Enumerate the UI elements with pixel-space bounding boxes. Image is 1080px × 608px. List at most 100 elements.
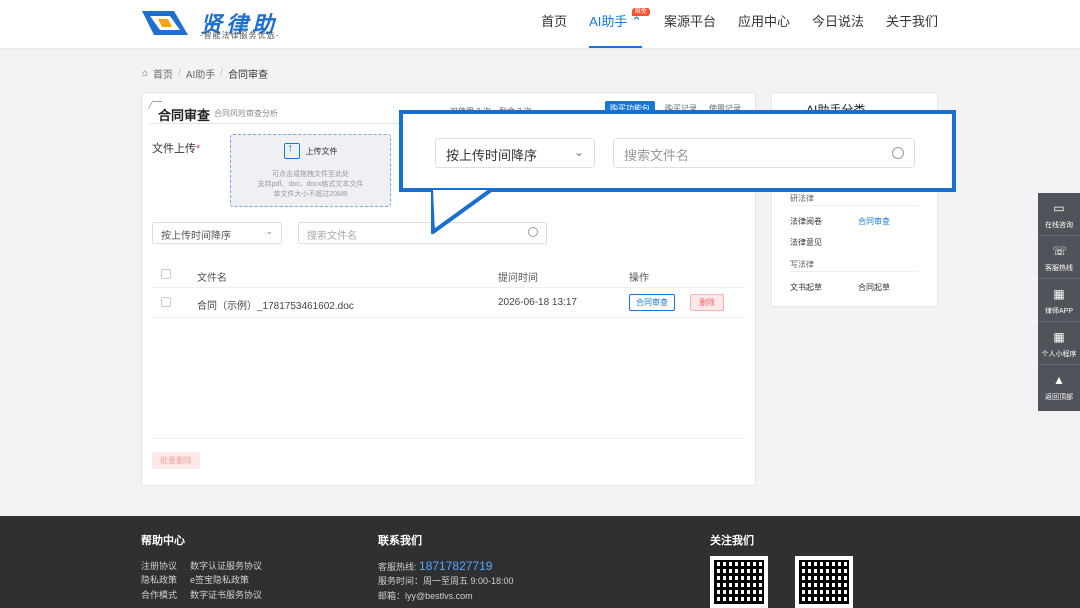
page-title: 合同审查 bbox=[158, 108, 211, 123]
search-placeholder: 搜索文件名 bbox=[307, 231, 357, 242]
callout-search-input[interactable]: 搜索文件名 bbox=[613, 138, 915, 168]
group-divider bbox=[790, 271, 918, 272]
site-footer: 帮助中心 注册协议 数字认证服务协议 隐私政策 e签宝隐私政策 合作模式 数字证… bbox=[0, 516, 1080, 608]
help-center-title: 帮助中心 bbox=[141, 535, 185, 547]
upload-hint: 可点击或拖拽文件至此处 支持pdf、doc、docx格式文本文件 单文件大小不超… bbox=[231, 170, 390, 200]
link-legal-review[interactable]: 法律阅卷 bbox=[790, 216, 822, 227]
logo-subtitle: -智能法律服务优选- bbox=[200, 31, 280, 40]
nav-case-platform[interactable]: 案源平台 bbox=[664, 0, 716, 48]
home-icon: ⌂ bbox=[142, 68, 149, 79]
logo-mark-icon bbox=[142, 11, 188, 35]
group-label-write: 写法律 bbox=[790, 260, 814, 269]
qr-code-icon bbox=[795, 556, 853, 608]
search-icon[interactable] bbox=[528, 227, 538, 237]
float-label: 个人小程序 bbox=[1041, 351, 1077, 358]
hotline-number[interactable]: 18717827719 bbox=[419, 559, 492, 573]
callout-sort-value: 按上传时间降序 bbox=[446, 148, 538, 163]
logo[interactable]: 贤律助 -智能法律服务优选- bbox=[140, 5, 310, 43]
phone-icon: ☏ bbox=[1052, 244, 1068, 258]
breadcrumb-current: 合同审查 bbox=[228, 70, 269, 81]
nav-about-us[interactable]: 关于我们 bbox=[886, 0, 938, 48]
page-subtitle: 合同风险审查分析 bbox=[214, 109, 278, 118]
select-all-checkbox[interactable] bbox=[161, 269, 171, 279]
upload-label: 文件上传* bbox=[152, 140, 200, 156]
nav-ai-assistant-label: AI助手 bbox=[589, 14, 628, 29]
free-badge: 限免 bbox=[631, 8, 650, 16]
delete-button[interactable]: 删除 bbox=[690, 294, 724, 311]
nav-today-law[interactable]: 今日说法 bbox=[812, 0, 864, 48]
callout-search-placeholder: 搜索文件名 bbox=[624, 148, 690, 163]
qr-icon: ▦ bbox=[1053, 287, 1065, 301]
row-filename: 合同（示例）_1781753461602.doc bbox=[197, 301, 354, 312]
breadcrumb-separator: / bbox=[220, 68, 224, 79]
upload-dropzone[interactable]: 上传文件 可点击或拖拽文件至此处 支持pdf、doc、docx格式文本文件 单文… bbox=[230, 134, 391, 207]
footer-link[interactable]: 数字证书服务协议 bbox=[190, 588, 262, 601]
review-button[interactable]: 合同审查 bbox=[629, 294, 675, 311]
qr-code-icon bbox=[710, 556, 768, 608]
breadcrumb: ⌂ 首页 / AI助手 / 合同审查 bbox=[142, 66, 268, 81]
footer-link[interactable]: e签宝隐私政策 bbox=[190, 573, 249, 586]
header-time: 提问时间 bbox=[498, 273, 538, 284]
nav-ai-assistant[interactable]: AI助手 ⌃ 限免 bbox=[589, 0, 650, 48]
group-label-research: 研法律 bbox=[790, 194, 814, 203]
rocket-icon: ▲ bbox=[1053, 373, 1065, 387]
row-time: 2026-06-18 13:17 bbox=[498, 297, 577, 308]
service-time: 服务时间：周一至周五 9:00-18:00 bbox=[378, 576, 514, 586]
lawyer-app-button[interactable]: ▦ 律师APP bbox=[1038, 279, 1080, 322]
nav-home[interactable]: 首页 bbox=[541, 0, 567, 48]
follow-title: 关注我们 bbox=[710, 535, 754, 547]
footer-link[interactable]: 注册协议 bbox=[141, 559, 177, 572]
chevron-down-icon: ⌄ bbox=[573, 145, 584, 159]
upload-button-label: 上传文件 bbox=[305, 146, 338, 156]
footer-link[interactable]: 数字认证服务协议 bbox=[190, 559, 262, 572]
qr-icon: ▦ bbox=[1053, 330, 1065, 344]
upload-hint-line: 单文件大小不超过20MB bbox=[273, 191, 348, 198]
link-contract-review[interactable]: 合同审查 bbox=[858, 216, 890, 227]
search-input[interactable]: 搜索文件名 bbox=[298, 222, 547, 244]
float-label: 在线咨询 bbox=[1045, 222, 1073, 229]
chat-icon: ▭ bbox=[1053, 201, 1065, 215]
upload-button[interactable]: 上传文件 bbox=[231, 142, 390, 159]
service-hotline-button[interactable]: ☏ 客服热线 bbox=[1038, 236, 1080, 279]
sort-select[interactable]: 按上传时间降序 ⌄ bbox=[152, 222, 282, 244]
breadcrumb-home[interactable]: 首页 bbox=[153, 66, 173, 81]
link-legal-opinion[interactable]: 法律意见 bbox=[790, 237, 822, 248]
callout-pointer bbox=[431, 188, 493, 234]
hotline-label: 客服热线: bbox=[378, 562, 417, 572]
group-divider bbox=[790, 205, 918, 206]
link-document-draft[interactable]: 文书起草 bbox=[790, 282, 822, 293]
chevron-down-icon: ⌄ bbox=[265, 226, 273, 236]
table-row: 合同（示例）_1781753461602.doc 2026-06-18 13:1… bbox=[152, 288, 745, 318]
row-checkbox[interactable] bbox=[161, 297, 171, 307]
footer-link[interactable]: 隐私政策 bbox=[141, 573, 177, 586]
link-contract-draft[interactable]: 合同起草 bbox=[858, 282, 890, 293]
breadcrumb-ai[interactable]: AI助手 bbox=[186, 66, 215, 81]
main-nav: 首页 AI助手 ⌃ 限免 案源平台 应用中心 今日说法 关于我们 bbox=[519, 0, 938, 48]
floating-toolbar: ▭ 在线咨询 ☏ 客服热线 ▦ 律师APP ▦ 个人小程序 ▲ 返回顶部 bbox=[1038, 193, 1080, 411]
back-to-top-button[interactable]: ▲ 返回顶部 bbox=[1038, 365, 1080, 408]
footer-link[interactable]: 合作模式 bbox=[141, 588, 177, 601]
mini-program-button[interactable]: ▦ 个人小程序 bbox=[1038, 322, 1080, 365]
chevron-up-icon: ⌃ bbox=[627, 14, 642, 29]
search-icon[interactable] bbox=[892, 147, 904, 159]
header-actions: 操作 bbox=[629, 273, 649, 284]
nav-app-center[interactable]: 应用中心 bbox=[738, 0, 790, 48]
upload-hint-line: 支持pdf、doc、docx格式文本文件 bbox=[257, 181, 364, 188]
zoom-callout: 按上传时间降序 ⌄ 搜索文件名 bbox=[399, 110, 956, 192]
sort-select-value: 按上传时间降序 bbox=[161, 231, 231, 242]
upload-hint-line: 可点击或拖拽文件至此处 bbox=[272, 171, 349, 178]
top-header: 贤律助 -智能法律服务优选- 首页 AI助手 ⌃ 限免 案源平台 应用中心 今日… bbox=[0, 0, 1080, 48]
float-label: 客服热线 bbox=[1045, 265, 1073, 272]
float-label: 返回顶部 bbox=[1045, 394, 1073, 401]
required-mark: * bbox=[196, 143, 201, 155]
contact-title: 联系我们 bbox=[378, 535, 422, 547]
contact-email[interactable]: 邮箱：lyy@bestlvs.com bbox=[378, 589, 473, 602]
float-label: 律师APP bbox=[1044, 308, 1073, 315]
table-footer-divider bbox=[152, 438, 745, 439]
upload-label-text: 文件上传 bbox=[152, 143, 196, 155]
header-filename: 文件名 bbox=[197, 273, 227, 284]
online-consult-button[interactable]: ▭ 在线咨询 bbox=[1038, 193, 1080, 236]
callout-sort-select[interactable]: 按上传时间降序 ⌄ bbox=[435, 138, 595, 168]
batch-delete-button[interactable]: 批量删除 bbox=[152, 452, 200, 469]
table-header: 文件名 提问时间 操作 bbox=[152, 260, 745, 288]
